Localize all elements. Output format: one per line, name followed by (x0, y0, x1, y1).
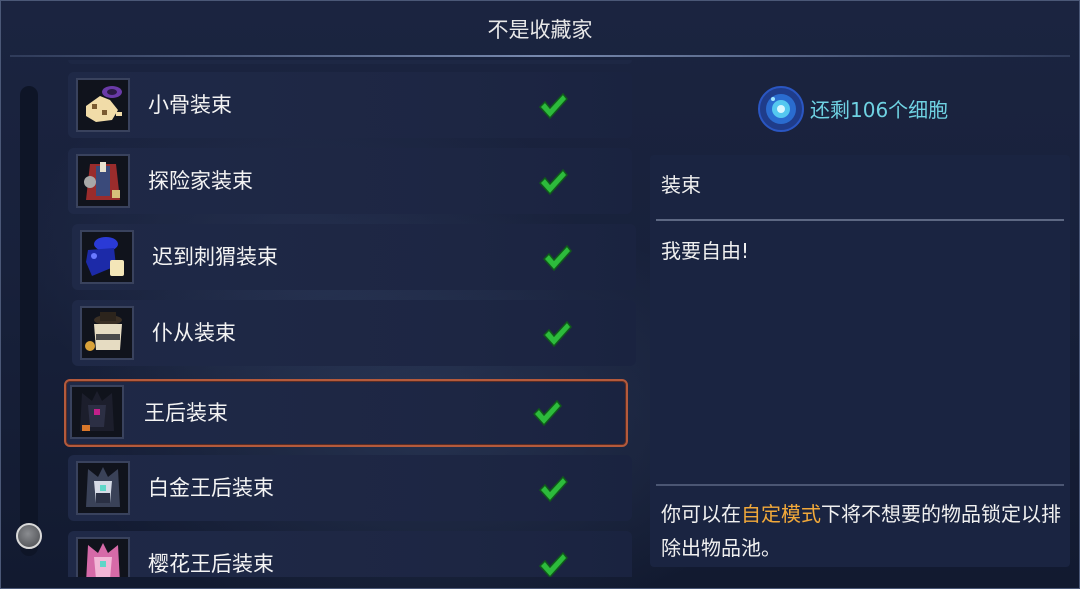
cells-counter: 还剩106个细胞 (757, 83, 1017, 137)
check-icon (542, 320, 572, 348)
cells-remaining-text: 还剩106个细胞 (810, 98, 949, 122)
servant-outfit-icon (80, 306, 134, 360)
late-hedgehog-outfit-icon (80, 230, 134, 284)
list-item-label: 小骨装束 (148, 93, 232, 117)
check-icon (538, 168, 568, 196)
explorer-outfit-icon (76, 154, 130, 208)
list-item-selected[interactable]: 王后装束 (64, 379, 628, 447)
list-item[interactable]: 迟到刺猬装束 (72, 224, 636, 290)
list-item[interactable]: 樱花王后装束 (68, 531, 632, 577)
detail-description: 我要自由! (661, 239, 750, 263)
sakura-queen-outfit-icon (76, 537, 130, 577)
check-icon (542, 244, 572, 272)
scrollbar-thumb[interactable] (16, 523, 42, 549)
list-item[interactable]: 探险家装束 (68, 148, 632, 214)
list-item-label: 仆从装束 (152, 321, 236, 345)
list-item-label: 探险家装束 (148, 169, 253, 193)
check-icon (538, 92, 568, 120)
detail-category: 装束 (661, 173, 701, 197)
list-item[interactable]: 小骨装束 (68, 72, 632, 138)
list-item-label: 白金王后装束 (148, 476, 274, 500)
check-icon (538, 475, 568, 503)
list-item-cutoff[interactable] (68, 60, 632, 64)
window-title: 不是收藏家 (487, 18, 593, 42)
queen-outfit-icon (70, 385, 124, 439)
check-icon (538, 551, 568, 577)
title-divider (10, 55, 1070, 57)
list-item[interactable]: 白金王后装束 (68, 455, 632, 521)
hint-divider (656, 484, 1064, 486)
skull-hand-outfit-icon (76, 78, 130, 132)
list-item-label: 王后装束 (144, 401, 228, 425)
list-item[interactable]: 仆从装束 (72, 300, 636, 366)
outfit-list: 小骨装束 探险家装束 迟到刺猬装束 仆从装束 王后装束 白金王后装束 樱花王后装… (62, 60, 642, 577)
cell-orb-icon (758, 86, 804, 132)
scrollbar-track[interactable] (20, 86, 38, 556)
platinum-queen-outfit-icon (76, 461, 130, 515)
list-item-label: 迟到刺猬装束 (152, 245, 278, 269)
custom-mode-link: 自定模式 (741, 502, 821, 526)
list-item-label: 樱花王后装束 (148, 552, 274, 576)
check-icon (532, 399, 562, 427)
detail-divider (656, 219, 1064, 221)
hint-text-before: 你可以在 (661, 502, 741, 526)
custom-mode-hint: 你可以在自定模式下将不想要的物品锁定以排除出物品池。 (661, 497, 1061, 565)
detail-panel: 装束 我要自由! 你可以在自定模式下将不想要的物品锁定以排除出物品池。 (650, 155, 1070, 567)
